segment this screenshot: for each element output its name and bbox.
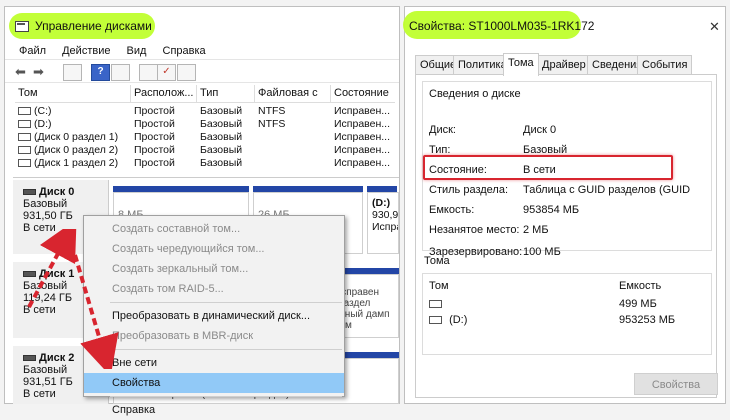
table-cell: Исправен...: [334, 157, 391, 169]
help-icon[interactable]: ?: [91, 64, 110, 81]
table-cell: Простой: [134, 144, 175, 156]
col-type[interactable]: Тип: [197, 85, 255, 102]
window-title: Свойства: ST1000LM035-1RK172: [409, 19, 595, 33]
table-cell: Простой: [134, 157, 175, 169]
table-cell: Простой: [134, 105, 175, 117]
field-value: Диск 0: [523, 124, 557, 136]
disk-icon: [23, 189, 36, 196]
col-volume[interactable]: Том: [15, 85, 131, 102]
table-cell: Исправен...: [334, 105, 391, 117]
col-status[interactable]: Состояние: [331, 85, 395, 102]
table-row[interactable]: (D:) Простой Базовый NTFS Исправен...: [15, 118, 395, 131]
menu-file[interactable]: Файл: [19, 45, 46, 57]
red-arrow-annotation: [27, 229, 119, 369]
field-value: Таблица с GUID разделов (GUID: [523, 184, 691, 196]
table-cell: Базовый: [200, 105, 243, 117]
properties-window: Свойства: ST1000LM035-1RK172 ✕ Общие Пол…: [403, 6, 726, 404]
table-cell: NTFS: [258, 105, 286, 117]
title-bar: Свойства: ST1000LM035-1RK172: [405, 11, 725, 41]
volume-row[interactable]: 499 МБ: [429, 298, 709, 312]
table-row[interactable]: (Диск 0 раздел 1) Простой Базовый Исправен.…: [15, 131, 395, 144]
volume-row[interactable]: (D:) 953253 МБ: [429, 314, 709, 328]
title-bar: Управление дисками: [5, 11, 399, 41]
settings-icon[interactable]: [139, 64, 158, 81]
table-cell: Простой: [134, 118, 175, 130]
properties-icon[interactable]: [177, 64, 196, 81]
context-menu-item[interactable]: Свойства: [84, 373, 344, 393]
menu-view[interactable]: Вид: [127, 45, 147, 57]
table-cell: [255, 157, 331, 170]
menu-separator: [110, 349, 342, 350]
menu-separator: [110, 302, 342, 303]
table-cell: Исправен...: [334, 131, 391, 143]
volume-icon: [18, 107, 31, 116]
volume-table: Том Располож... Тип Файловая с Состояние…: [15, 85, 395, 173]
field-label: Незанятое место:: [429, 224, 520, 236]
volume-table-header: Том Располож... Тип Файловая с Состояние: [15, 85, 395, 103]
volume-icon: [18, 159, 31, 168]
volume-rows: (C:) Простой Базовый NTFS Исправен... (D:) Про…: [15, 103, 395, 170]
properties-button[interactable]: Свойства: [634, 373, 718, 395]
tab-volumes[interactable]: Тома: [503, 53, 539, 76]
table-cell: Базовый: [200, 131, 243, 143]
field-label: Стиль раздела:: [429, 184, 509, 196]
table-cell: NTFS: [258, 118, 286, 130]
vol-col-volume[interactable]: Том: [429, 280, 449, 292]
toolbar: ⬅ ➡ ? ✓: [5, 59, 399, 83]
menu-help[interactable]: Справка: [163, 45, 206, 57]
table-cell: (D:): [15, 118, 131, 131]
table-cell: Простой: [134, 131, 175, 143]
vol-col-capacity[interactable]: Емкость: [619, 280, 661, 292]
volumes-title: Тома: [424, 255, 450, 267]
menu-separator: [110, 396, 342, 397]
table-cell: (Диск 1 раздел 2): [15, 157, 131, 170]
partition-d-drive[interactable]: (D:) 930,91 Исправ: [367, 192, 399, 254]
volume-icon: [429, 316, 442, 325]
volume-icon: [18, 120, 31, 129]
forward-icon[interactable]: ➡: [33, 65, 44, 78]
volume-icon: [429, 300, 442, 309]
table-cell: Базовый: [200, 157, 243, 169]
partition-style-highlight: [423, 155, 673, 180]
disk-info-group: Сведения о диске Диск: Диск 0 Тип: Базовый С…: [422, 81, 712, 258]
table-cell: Исправен...: [334, 144, 391, 156]
tab-events[interactable]: События: [637, 55, 693, 74]
field-label: Диск:: [429, 124, 456, 136]
field-value: 953854 МБ: [523, 204, 580, 216]
volumes-list: Том Емкость 499 МБ (D:) 953253 МБ: [422, 273, 712, 355]
volume-icon: [18, 146, 31, 155]
check-icon[interactable]: ✓: [157, 64, 176, 81]
tab-driver[interactable]: Драйвер: [537, 55, 591, 74]
context-menu-item[interactable]: Справка: [84, 400, 344, 420]
volume-icon: [18, 133, 31, 142]
col-filesystem[interactable]: Файловая с: [255, 85, 331, 102]
disk-management-window: Управление дисками Файл Действие Вид Спр…: [4, 6, 400, 416]
table-cell: Базовый: [200, 144, 243, 156]
table-cell: (Диск 0 раздел 2): [15, 144, 131, 157]
field-label: Емкость:: [429, 204, 475, 216]
table-row[interactable]: (C:) Простой Базовый NTFS Исправен...: [15, 105, 395, 118]
disk-info-title: Сведения о диске: [429, 88, 521, 100]
menu-bar: Файл Действие Вид Справка: [19, 45, 389, 59]
table-cell: [255, 144, 331, 157]
back-icon[interactable]: ⬅: [15, 65, 26, 78]
field-value: 2 МБ: [523, 224, 549, 236]
window-title: Управление дисками: [35, 19, 152, 33]
table-row[interactable]: (Диск 0 раздел 2) Простой Базовый Исправен.…: [15, 144, 395, 157]
table-row[interactable]: (Диск 1 раздел 2) Простой Базовый Исправен.…: [15, 157, 395, 170]
table-cell: Исправен...: [334, 118, 391, 130]
col-location[interactable]: Располож...: [131, 85, 197, 102]
grid-view-icon[interactable]: [63, 64, 82, 81]
field-value: 100 МБ: [523, 246, 561, 258]
table-cell: (Диск 0 раздел 1): [15, 131, 131, 144]
tab-panel: Сведения о диске Диск: Диск 0 Тип: Базовый С…: [415, 74, 718, 398]
table-cell: (C:): [15, 105, 131, 118]
table-cell: [255, 131, 331, 144]
list-view-icon[interactable]: [111, 64, 130, 81]
table-cell: Базовый: [200, 118, 243, 130]
menu-action[interactable]: Действие: [62, 45, 110, 57]
app-icon: [15, 20, 29, 32]
close-icon[interactable]: ✕: [709, 19, 720, 35]
